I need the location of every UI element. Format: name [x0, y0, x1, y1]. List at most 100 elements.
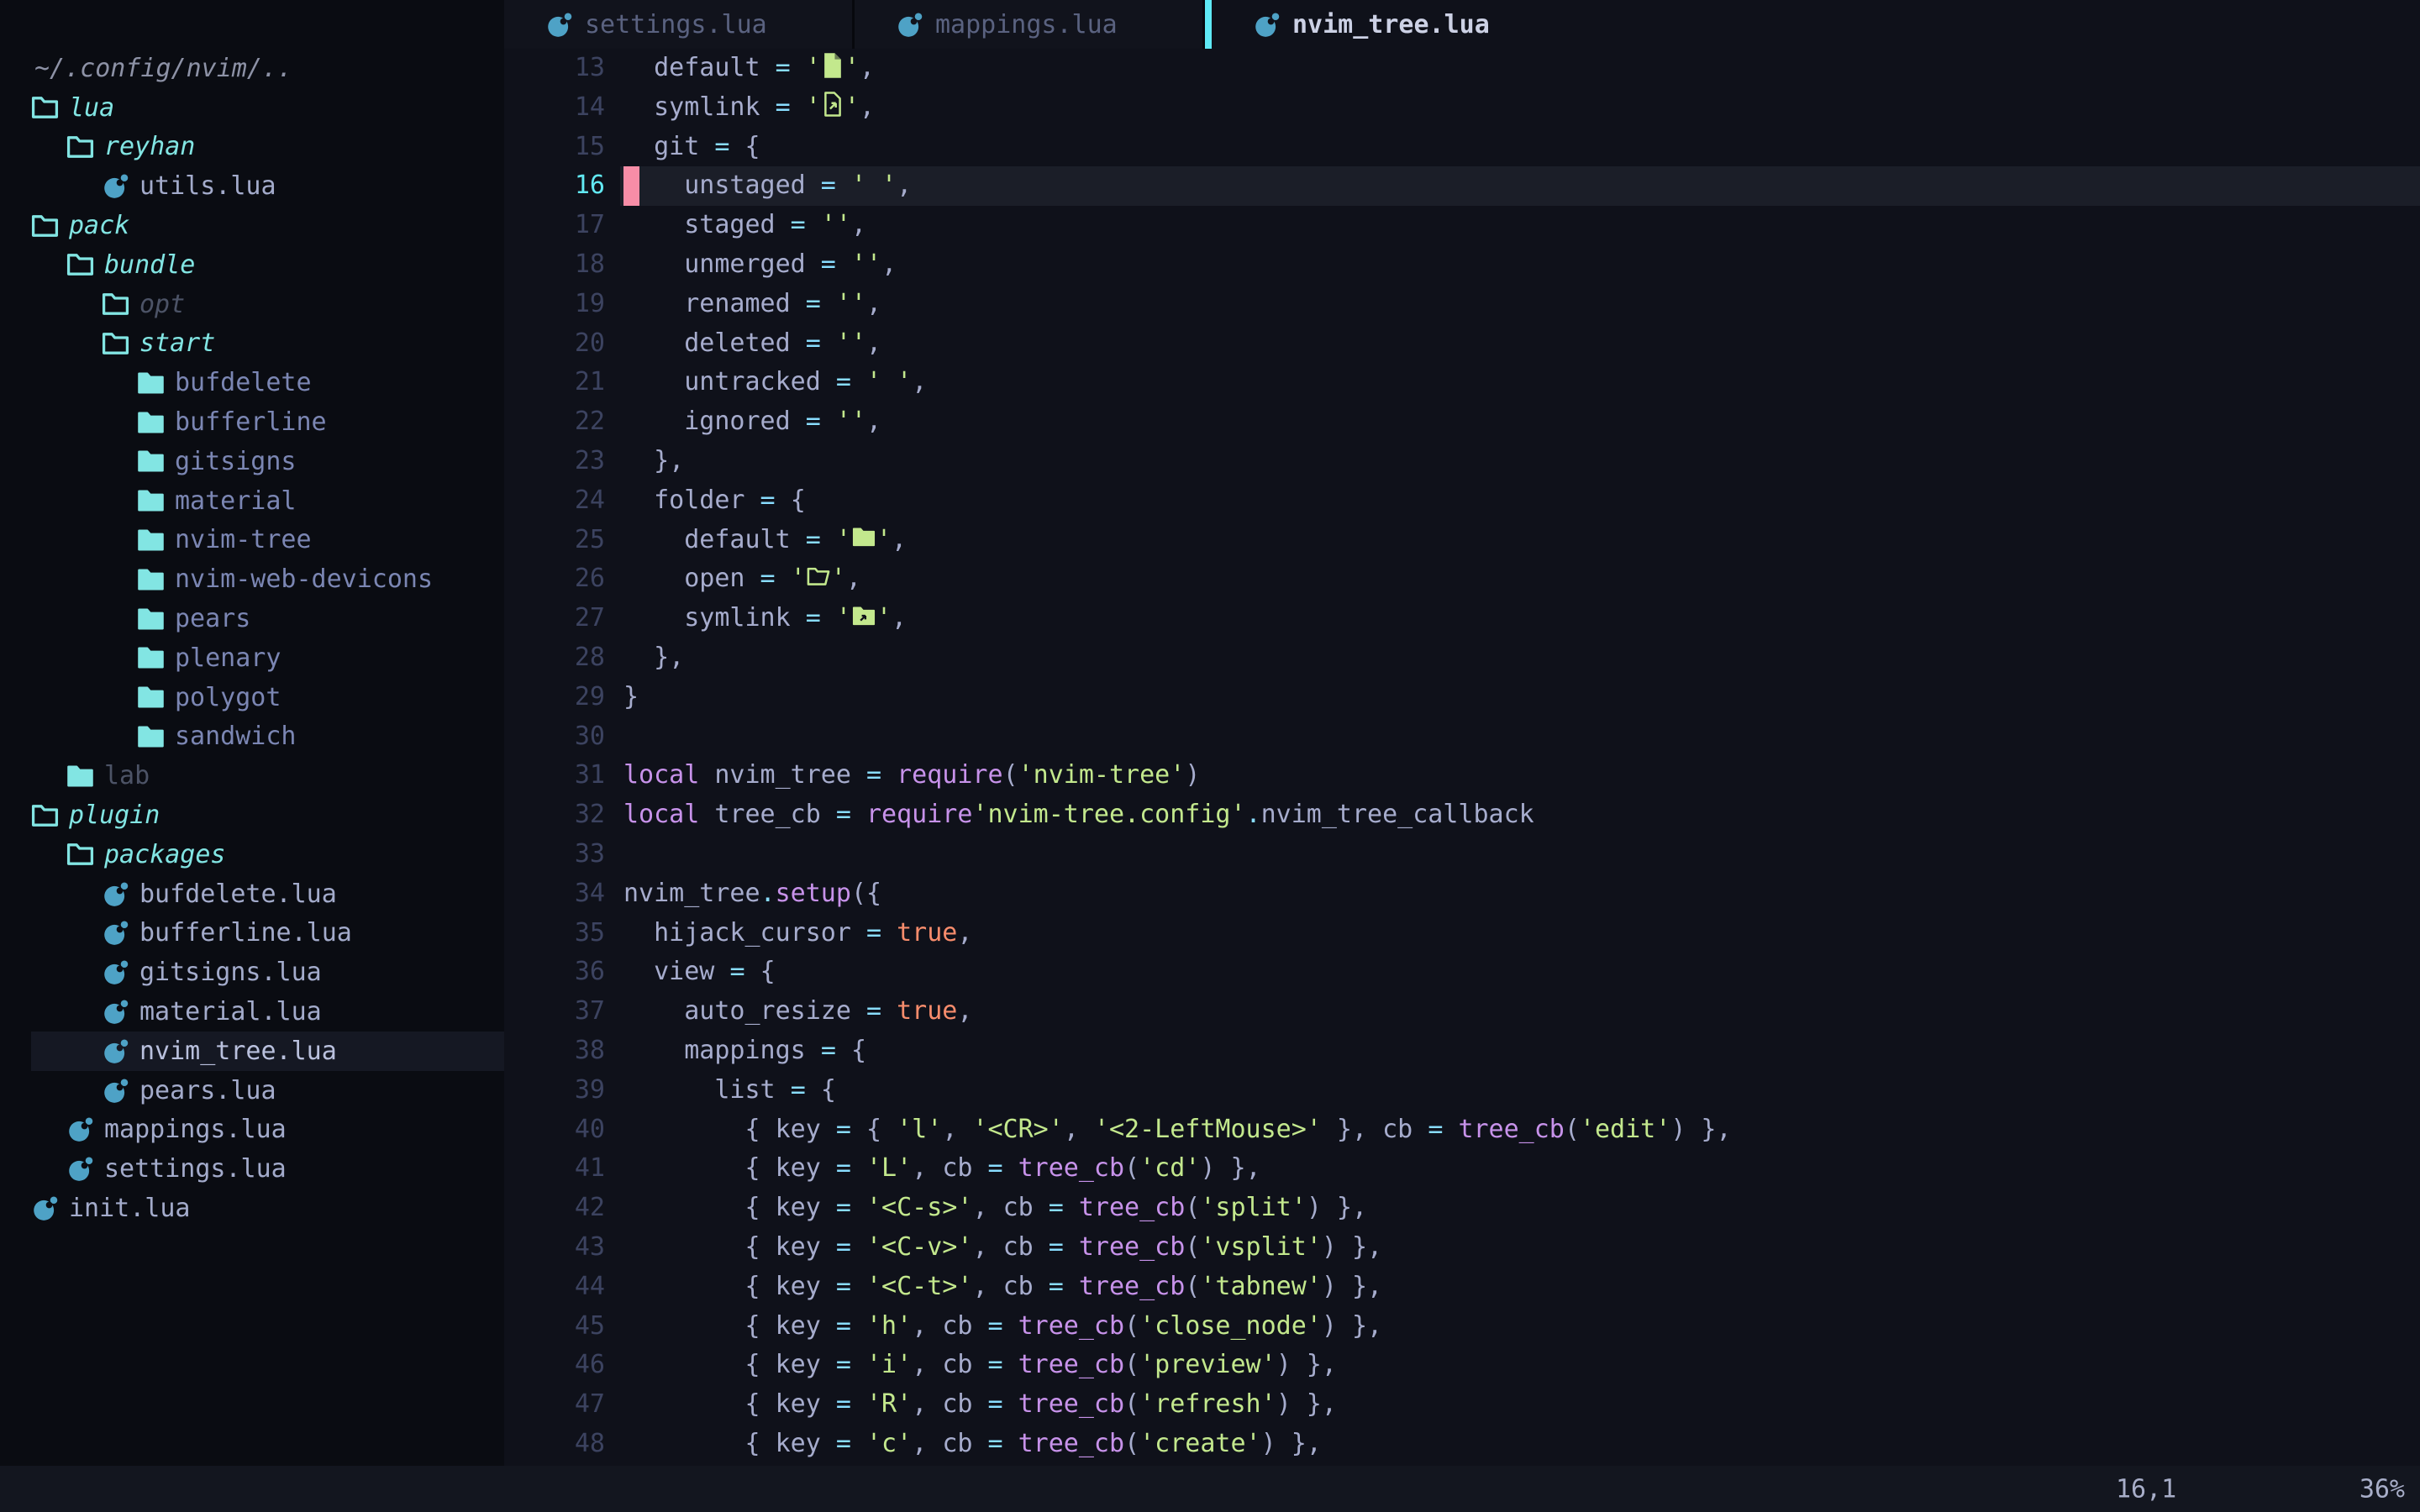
code-line-text: [620, 835, 2420, 874]
tree-item-plenary[interactable]: plenary: [0, 638, 504, 678]
file-tree-sidebar: ~/.config/nvim/.. luareyhanutils.luapack…: [0, 0, 504, 1466]
folder-icon: [137, 528, 165, 553]
tree-item-opt[interactable]: opt: [0, 285, 504, 324]
code-line-26[interactable]: 26 open = '',: [504, 559, 2420, 599]
code-line-text: list = {: [620, 1071, 2420, 1110]
code-line-27[interactable]: 27 symlink = '',: [504, 599, 2420, 638]
tree-item-gitsigns.lua[interactable]: gitsigns.lua: [0, 953, 504, 992]
code-line-47[interactable]: 47 { key = 'R', cb = tree_cb('refresh') …: [504, 1385, 2420, 1425]
tab-label: mappings.lua: [935, 10, 1118, 39]
code-line-14[interactable]: 14 symlink = '',: [504, 88, 2420, 128]
tree-item-lua[interactable]: lua: [0, 88, 504, 128]
tree-item-lab[interactable]: lab: [0, 756, 504, 795]
code-line-text: ignored = '',: [620, 402, 2420, 442]
tree-item-nvim-web-devicons[interactable]: nvim-web-devicons: [0, 559, 504, 599]
code-line-29[interactable]: 29}: [504, 678, 2420, 717]
tree-item-packages[interactable]: packages: [0, 835, 504, 874]
code-line-23[interactable]: 23 },: [504, 442, 2420, 481]
tree-item-settings.lua[interactable]: settings.lua: [0, 1149, 504, 1189]
tree-item-pack[interactable]: pack: [0, 206, 504, 245]
line-number: 43: [504, 1228, 620, 1268]
tree-item-nvim_tree.lua[interactable]: nvim_tree.lua: [0, 1032, 504, 1071]
code-line-42[interactable]: 42 { key = '<C-s>', cb = tree_cb('split'…: [504, 1189, 2420, 1228]
code-line-22[interactable]: 22 ignored = '',: [504, 402, 2420, 442]
code-line-text: mappings = {: [620, 1032, 2420, 1071]
line-number: 34: [504, 874, 620, 914]
tree-item-plugin[interactable]: plugin: [0, 795, 504, 835]
code-line-30[interactable]: 30: [504, 717, 2420, 757]
tab-nvim_tree.lua[interactable]: nvim_tree.lua: [1212, 0, 1549, 49]
code-line-19[interactable]: 19 renamed = '',: [504, 285, 2420, 324]
line-number: 20: [504, 324, 620, 364]
tree-item-mappings.lua[interactable]: mappings.lua: [0, 1110, 504, 1150]
code-line-32[interactable]: 32local tree_cb = require'nvim-tree.conf…: [504, 795, 2420, 835]
code-line-34[interactable]: 34nvim_tree.setup({: [504, 874, 2420, 914]
code-line-25[interactable]: 25 default = '',: [504, 521, 2420, 560]
tree-item-polygot[interactable]: polygot: [0, 678, 504, 717]
line-number: 23: [504, 442, 620, 481]
code-line-31[interactable]: 31local nvim_tree = require('nvim-tree'): [504, 756, 2420, 795]
code-line-text: untracked = ' ',: [620, 363, 2420, 402]
line-number: 29: [504, 678, 620, 717]
line-number: 18: [504, 245, 620, 285]
tree-item-label: bufferline: [175, 407, 327, 437]
folder-icon: [851, 525, 876, 554]
lua-file-icon: [31, 1194, 59, 1222]
line-number: 47: [504, 1385, 620, 1425]
code-line-text: local tree_cb = require'nvim-tree.config…: [620, 795, 2420, 835]
code-line-36[interactable]: 36 view = {: [504, 953, 2420, 992]
line-number: 22: [504, 402, 620, 442]
code-line-16[interactable]: 16 unstaged = ' ',: [504, 166, 2420, 206]
tree-item-bufferline[interactable]: bufferline: [0, 402, 504, 442]
tree-item-gitsigns[interactable]: gitsigns: [0, 442, 504, 481]
tab-settings.lua[interactable]: settings.lua: [504, 0, 855, 49]
code-line-15[interactable]: 15 git = {: [504, 128, 2420, 167]
line-number: 30: [504, 717, 620, 757]
folder-icon: [137, 645, 165, 670]
tree-item-pears[interactable]: pears: [0, 599, 504, 638]
code-line-37[interactable]: 37 auto_resize = true,: [504, 992, 2420, 1032]
code-line-41[interactable]: 41 { key = 'L', cb = tree_cb('cd') },: [504, 1149, 2420, 1189]
code-line-33[interactable]: 33: [504, 835, 2420, 874]
tree-item-bufdelete[interactable]: bufdelete: [0, 363, 504, 402]
line-number: 41: [504, 1149, 620, 1189]
code-line-43[interactable]: 43 { key = '<C-v>', cb = tree_cb('vsplit…: [504, 1228, 2420, 1268]
tree-item-pears.lua[interactable]: pears.lua: [0, 1071, 504, 1110]
tab-mappings.lua[interactable]: mappings.lua: [855, 0, 1205, 49]
code-line-17[interactable]: 17 staged = '',: [504, 206, 2420, 245]
tree-item-start[interactable]: start: [0, 324, 504, 364]
tree-item-material.lua[interactable]: material.lua: [0, 992, 504, 1032]
tree-item-label: nvim_tree.lua: [139, 1037, 337, 1066]
scroll-percentage: 36%: [2360, 1474, 2405, 1504]
code-line-48[interactable]: 48 { key = 'c', cb = tree_cb('create') }…: [504, 1425, 2420, 1464]
tree-item-bufferline.lua[interactable]: bufferline.lua: [0, 914, 504, 953]
code-line-21[interactable]: 21 untracked = ' ',: [504, 363, 2420, 402]
lua-file-icon: [102, 880, 129, 908]
tree-item-label: opt: [139, 290, 185, 319]
code-line-18[interactable]: 18 unmerged = '',: [504, 245, 2420, 285]
tree-item-bundle[interactable]: bundle: [0, 245, 504, 285]
code-line-13[interactable]: 13 default = '',: [504, 49, 2420, 88]
code-line-40[interactable]: 40 { key = { 'l', '<CR>', '<2-LeftMouse>…: [504, 1110, 2420, 1150]
code-line-45[interactable]: 45 { key = 'h', cb = tree_cb('close_node…: [504, 1307, 2420, 1347]
code-line-20[interactable]: 20 deleted = '',: [504, 324, 2420, 364]
tree-item-init.lua[interactable]: init.lua: [0, 1189, 504, 1228]
tree-item-bufdelete.lua[interactable]: bufdelete.lua: [0, 874, 504, 914]
tree-item-reyhan[interactable]: reyhan: [0, 128, 504, 167]
code-line-39[interactable]: 39 list = {: [504, 1071, 2420, 1110]
tree-item-utils.lua[interactable]: utils.lua: [0, 166, 504, 206]
tree-item-material[interactable]: material: [0, 481, 504, 521]
code-line-24[interactable]: 24 folder = {: [504, 481, 2420, 521]
folder-open-icon: [66, 252, 94, 277]
folder-icon: [137, 606, 165, 632]
code-line-38[interactable]: 38 mappings = {: [504, 1032, 2420, 1071]
code-line-44[interactable]: 44 { key = '<C-t>', cb = tree_cb('tabnew…: [504, 1268, 2420, 1307]
tree-item-sandwich[interactable]: sandwich: [0, 717, 504, 757]
code-line-35[interactable]: 35 hijack_cursor = true,: [504, 914, 2420, 953]
tree-item-nvim-tree[interactable]: nvim-tree: [0, 521, 504, 560]
tree-root-path[interactable]: ~/.config/nvim/..: [0, 49, 504, 88]
code-line-text: auto_resize = true,: [620, 992, 2420, 1032]
code-line-46[interactable]: 46 { key = 'i', cb = tree_cb('preview') …: [504, 1346, 2420, 1385]
code-line-28[interactable]: 28 },: [504, 638, 2420, 678]
tree-item-label: nvim-web-devicons: [175, 564, 433, 594]
